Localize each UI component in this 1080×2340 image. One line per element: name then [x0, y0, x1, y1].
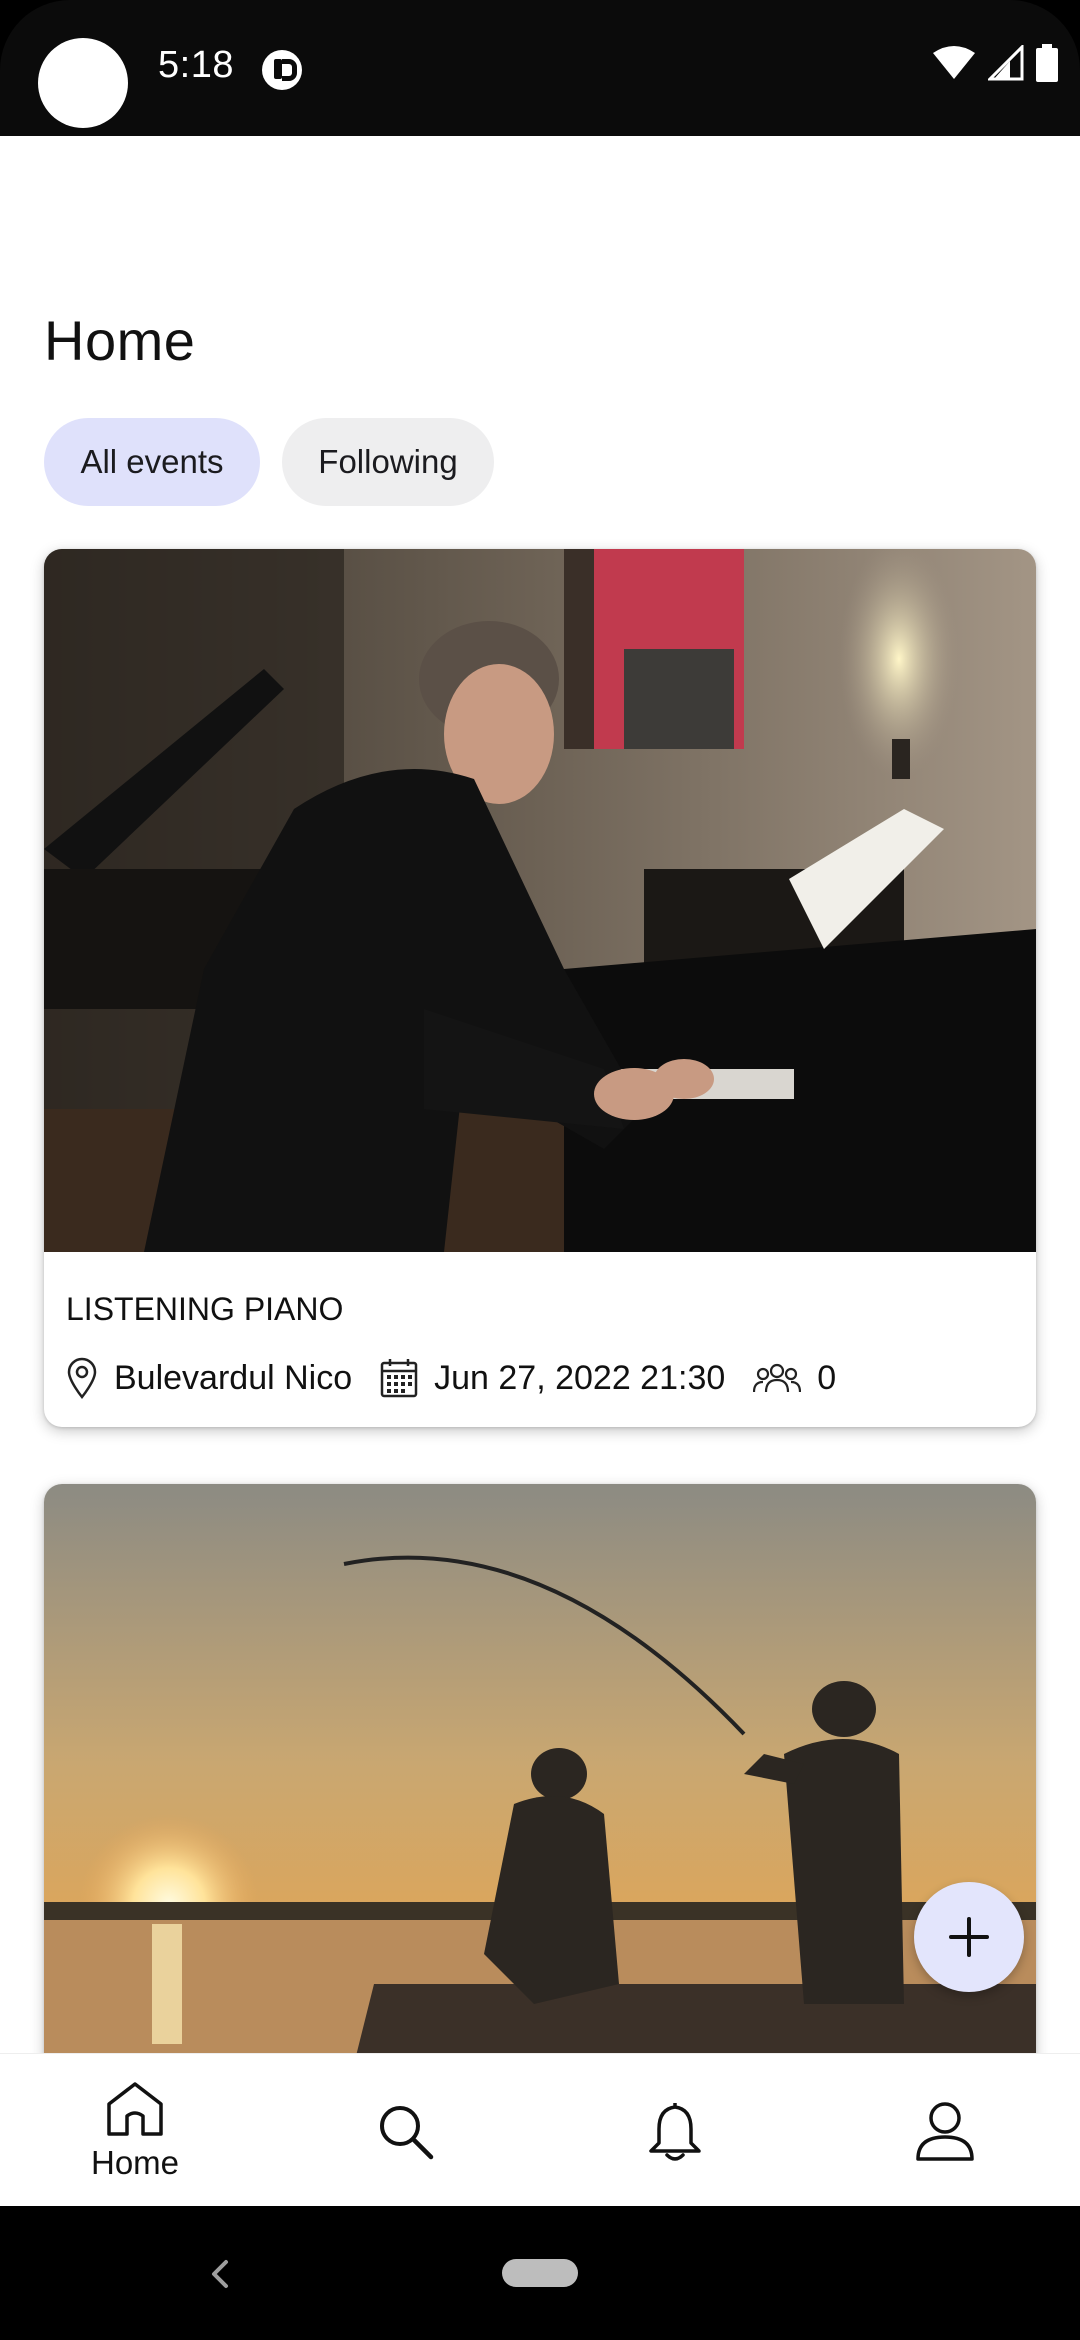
- status-bar: 5:18: [0, 0, 1080, 136]
- event-datetime-text: Jun 27, 2022 21:30: [434, 1358, 726, 1397]
- bell-icon: [649, 2102, 701, 2161]
- event-location: Bulevardul Nico: [66, 1357, 352, 1399]
- nav-item-profile[interactable]: [810, 2054, 1080, 2206]
- event-title: LISTENING PIANO: [66, 1291, 344, 1327]
- add-event-button[interactable]: [914, 1882, 1024, 1992]
- event-card[interactable]: LISTENING PIANO Bulevardul Nico Jun 27, …: [44, 549, 1036, 1427]
- event-datetime: Jun 27, 2022 21:30: [380, 1358, 725, 1398]
- wifi-icon: [933, 46, 975, 79]
- app-screen: Home All events Following LISTENING PIAN…: [0, 136, 1080, 2206]
- event-attendees: 0: [753, 1359, 836, 1398]
- nav-item-search[interactable]: [270, 2054, 540, 2206]
- home-gesture-pill[interactable]: [502, 2259, 578, 2287]
- search-icon: [380, 2105, 434, 2159]
- nav-item-home[interactable]: Home: [0, 2054, 270, 2206]
- event-location-text: Bulevardul Nico: [114, 1358, 353, 1397]
- home-icon: [107, 2081, 163, 2136]
- people-icon: [753, 1363, 802, 1393]
- calendar-icon: [380, 1359, 418, 1398]
- nav-item-notifications[interactable]: [540, 2054, 810, 2206]
- nav-label-home: Home: [90, 2143, 180, 2181]
- app-notification-icon: [262, 50, 302, 90]
- system-navigation-bar: [0, 2206, 1080, 2340]
- status-time: 5:18: [158, 44, 234, 86]
- event-meta: Bulevardul Nico Jun 27, 2022 21:30 0: [66, 1357, 864, 1399]
- plus-icon: [949, 1917, 989, 1957]
- profile-icon: [916, 2101, 974, 2161]
- event-image-piano: [44, 549, 1036, 1252]
- filter-chip-following[interactable]: Following: [282, 418, 494, 506]
- event-attendees-count: 0: [817, 1358, 837, 1397]
- bottom-navigation: Home: [0, 2053, 1080, 2206]
- signal-icon: [988, 45, 1024, 81]
- back-icon[interactable]: [206, 2256, 236, 2292]
- event-card[interactable]: [44, 1484, 1036, 2104]
- battery-icon: [1036, 44, 1058, 82]
- location-pin-icon: [67, 1357, 97, 1399]
- filter-chip-all-events[interactable]: All events: [44, 418, 260, 506]
- event-image-fishing: [44, 1484, 1036, 2104]
- camera-cutout: [38, 38, 128, 128]
- page-title: Home: [44, 309, 196, 372]
